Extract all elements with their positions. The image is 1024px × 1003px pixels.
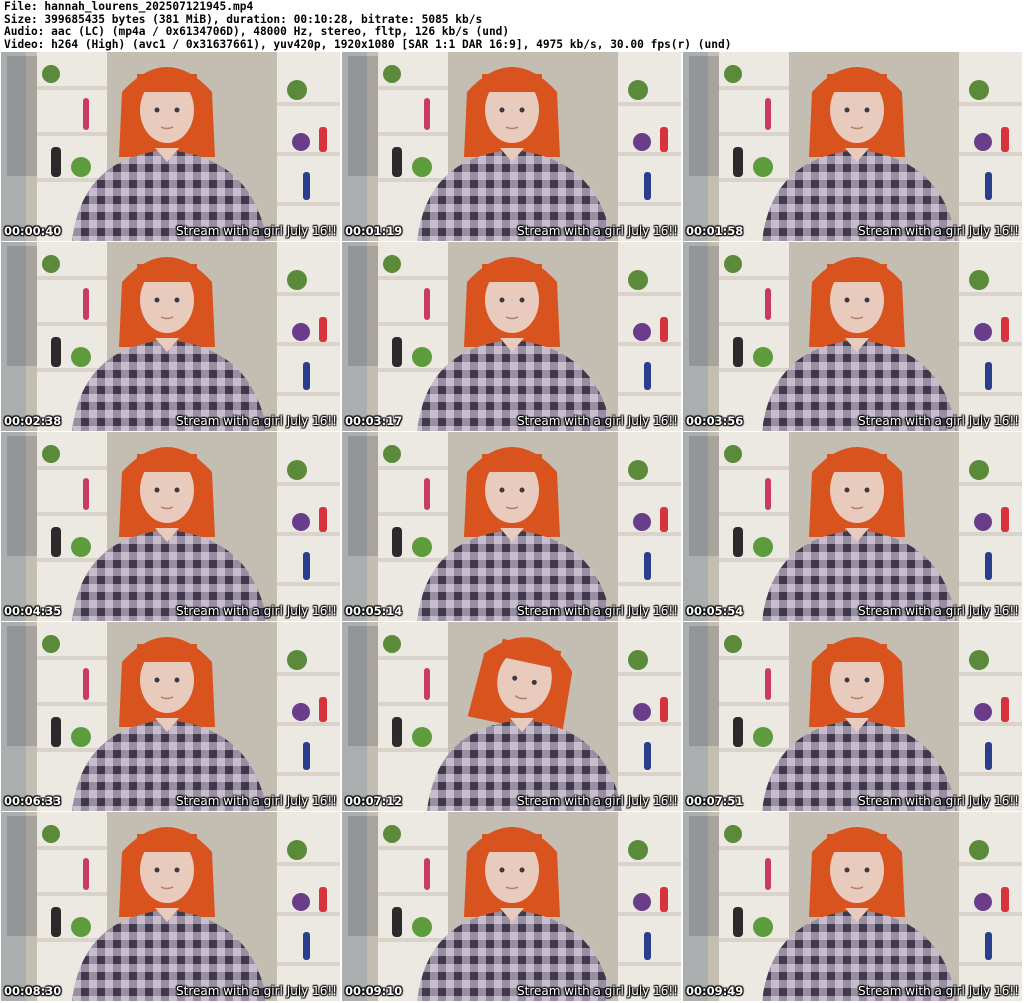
frame-timestamp: 00:07:12: [345, 794, 403, 808]
video-frame-thumbnail: 00:06:33 Stream with a girl July 16!!: [1, 622, 340, 811]
frame-image: [1, 52, 340, 241]
frame-timestamp: 00:06:33: [4, 794, 62, 808]
frame-timestamp: 00:09:10: [345, 984, 403, 998]
frame-caption: Stream with a girl July 16!!: [176, 224, 337, 238]
video-frame-thumbnail: 00:09:10 Stream with a girl July 16!!: [342, 812, 681, 1001]
video-frame-thumbnail: 00:07:51 Stream with a girl July 16!!: [683, 622, 1022, 811]
frame-caption: Stream with a girl July 16!!: [176, 604, 337, 618]
frame-timestamp: 00:00:40: [4, 224, 62, 238]
video-frame-thumbnail: 00:08:30 Stream with a girl July 16!!: [1, 812, 340, 1001]
frame-image: [342, 242, 681, 431]
frame-image: [1, 622, 340, 811]
video-frame-thumbnail: 00:05:54 Stream with a girl July 16!!: [683, 432, 1022, 621]
frame-timestamp: 00:09:49: [686, 984, 744, 998]
frame-timestamp: 00:02:38: [4, 414, 62, 428]
frame-caption: Stream with a girl July 16!!: [517, 604, 678, 618]
video-frame-thumbnail: 00:01:58 Stream with a girl July 16!!: [683, 52, 1022, 241]
frame-caption: Stream with a girl July 16!!: [858, 414, 1019, 428]
frame-caption: Stream with a girl July 16!!: [176, 414, 337, 428]
frame-caption: Stream with a girl July 16!!: [517, 224, 678, 238]
frame-image: [683, 52, 1022, 241]
frame-image: [1, 242, 340, 431]
frame-caption: Stream with a girl July 16!!: [176, 984, 337, 998]
video-frame-thumbnail: 00:09:49 Stream with a girl July 16!!: [683, 812, 1022, 1001]
frame-timestamp: 00:05:54: [686, 604, 744, 618]
frame-timestamp: 00:03:56: [686, 414, 744, 428]
file-name-line: File: hannah_lourens_202507121945.mp4: [4, 0, 254, 13]
frame-image: [683, 242, 1022, 431]
video-frame-thumbnail: 00:02:38 Stream with a girl July 16!!: [1, 242, 340, 431]
frame-timestamp: 00:07:51: [686, 794, 744, 808]
frame-image: [1, 432, 340, 621]
video-info-line: Video: h264 (High) (avc1 / 0x31637661), …: [4, 37, 732, 51]
frame-timestamp: 00:05:14: [345, 604, 403, 618]
video-frame-thumbnail: 00:04:35 Stream with a girl July 16!!: [1, 432, 340, 621]
video-frame-thumbnail: 00:00:40 Stream with a girl July 16!!: [1, 52, 340, 241]
frame-timestamp: 00:08:30: [4, 984, 62, 998]
video-frame-thumbnail: 00:03:17 Stream with a girl July 16!!: [342, 242, 681, 431]
video-frame-thumbnail: 00:01:19 Stream with a girl July 16!!: [342, 52, 681, 241]
frame-timestamp: 00:01:19: [345, 224, 403, 238]
frame-image: [342, 432, 681, 621]
frame-image: [683, 432, 1022, 621]
frame-caption: Stream with a girl July 16!!: [517, 794, 678, 808]
audio-info-line: Audio: aac (LC) (mp4a / 0x6134706D), 480…: [4, 25, 510, 38]
frame-timestamp: 00:01:58: [686, 224, 744, 238]
frame-image: [342, 812, 681, 1001]
video-frame-thumbnail: 00:07:12 Stream with a girl July 16!!: [342, 622, 681, 811]
frame-image: [683, 812, 1022, 1001]
frame-caption: Stream with a girl July 16!!: [517, 414, 678, 428]
frame-caption: Stream with a girl July 16!!: [858, 794, 1019, 808]
frame-image: [1, 812, 340, 1001]
frame-caption: Stream with a girl July 16!!: [858, 604, 1019, 618]
frame-caption: Stream with a girl July 16!!: [176, 794, 337, 808]
frame-image: [683, 622, 1022, 811]
video-frame-thumbnail: 00:03:56 Stream with a girl July 16!!: [683, 242, 1022, 431]
thumbnail-grid: 00:00:40 Stream with a girl July 16!! 00…: [1, 52, 1024, 1003]
file-info-header: File: hannah_lourens_202507121945.mp4 Si…: [4, 0, 1020, 51]
frame-timestamp: 00:04:35: [4, 604, 62, 618]
frame-image: [342, 622, 681, 811]
frame-timestamp: 00:03:17: [345, 414, 403, 428]
frame-caption: Stream with a girl July 16!!: [517, 984, 678, 998]
frame-image: [342, 52, 681, 241]
video-frame-thumbnail: 00:05:14 Stream with a girl July 16!!: [342, 432, 681, 621]
frame-caption: Stream with a girl July 16!!: [858, 984, 1019, 998]
frame-caption: Stream with a girl July 16!!: [858, 224, 1019, 238]
